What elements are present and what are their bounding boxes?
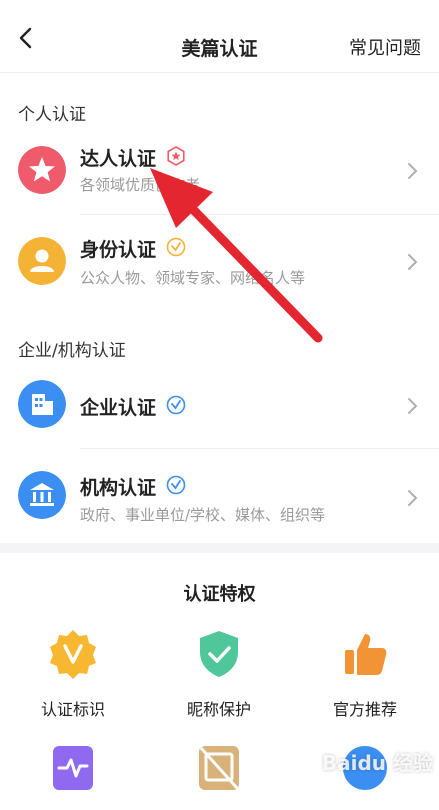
privilege-item: 认证标识	[13, 628, 133, 720]
org-section-title: 企业/机构认证	[18, 341, 126, 361]
institution-certification-row[interactable]: 机构认证 政府、事业单位/学校、媒体、组织等	[0, 449, 439, 541]
institution-certification-name: 机构认证	[80, 477, 157, 499]
institution-icon	[18, 471, 66, 519]
thumbs-up-icon	[345, 634, 387, 675]
building-icon	[18, 380, 66, 428]
privilege-item	[159, 742, 279, 810]
identity-certification-name: 身份认证	[80, 239, 157, 261]
expert-certification-desc: 各领域优质创作者	[80, 176, 201, 194]
blue-check-badge-icon	[166, 395, 186, 415]
enterprise-certification-name: 企业认证	[80, 397, 157, 419]
star-icon	[18, 146, 66, 194]
privilege-item	[13, 742, 133, 810]
blue-check-badge-icon	[166, 475, 186, 495]
chevron-right-icon	[408, 163, 418, 179]
red-star-badge-icon	[167, 146, 185, 166]
v-badge-icon	[50, 630, 96, 679]
personal-section-title: 个人认证	[18, 105, 86, 125]
activity-icon	[53, 746, 93, 790]
privilege-item: 官方推荐	[305, 628, 425, 720]
privileges-title: 认证特权	[183, 584, 256, 605]
privilege-label: 昵称保护	[186, 700, 251, 719]
identity-certification-desc: 公众人物、领域专家、网络名人等	[80, 269, 306, 287]
no-ads-icon	[199, 746, 239, 790]
person-icon	[18, 237, 66, 285]
chevron-right-icon	[408, 490, 418, 506]
privilege-item: 昵称保护	[159, 628, 279, 720]
privilege-label: 认证标识	[40, 700, 105, 719]
yellow-check-badge-icon	[166, 237, 186, 257]
expert-certification-name: 达人认证	[80, 148, 157, 170]
identity-certification-row[interactable]: 身份认证 公众人物、领域专家、网络名人等	[0, 215, 439, 309]
institution-certification-desc: 政府、事业单位/学校、媒体、组织等	[80, 506, 326, 524]
watermark: Baidu 经验	[321, 751, 433, 775]
faq-link[interactable]: 常见问题	[349, 34, 421, 60]
top-bar: 美篇认证 常见问题	[0, 0, 439, 73]
shield-check-icon	[200, 631, 238, 677]
chevron-right-icon	[408, 254, 418, 270]
privilege-label: 官方推荐	[332, 700, 397, 719]
chevron-right-icon	[408, 398, 418, 414]
enterprise-certification-row[interactable]: 企业认证	[0, 366, 439, 448]
expert-certification-row[interactable]: 达人认证 各领域优质创作者	[0, 130, 439, 214]
section-separator	[0, 543, 439, 553]
